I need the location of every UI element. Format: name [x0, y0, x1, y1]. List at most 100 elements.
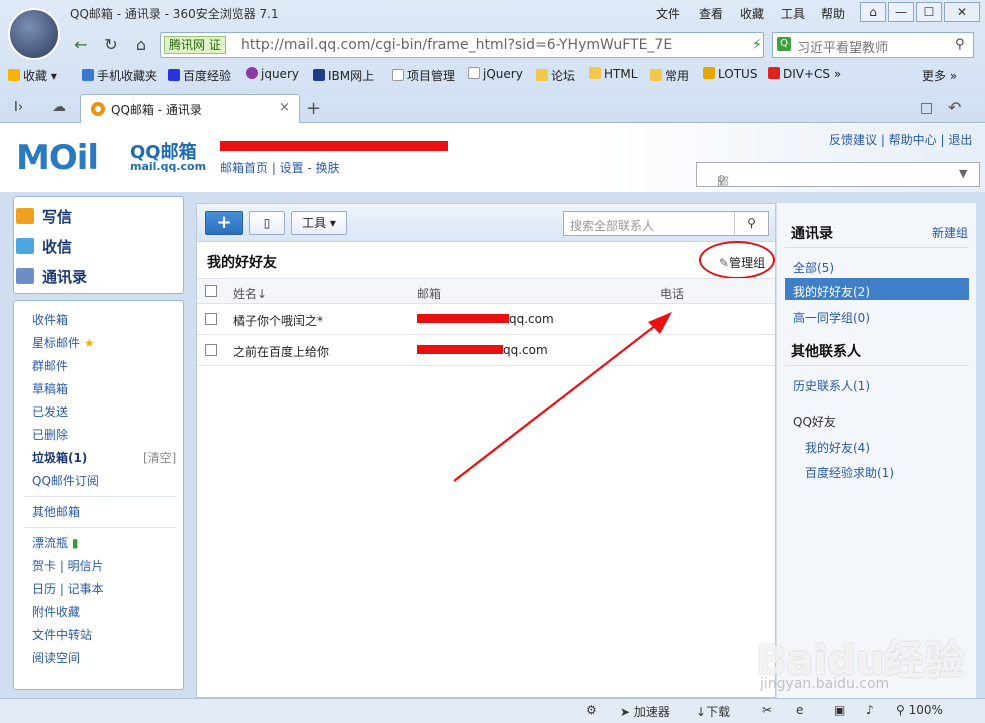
folder-inbox[interactable]: 收件箱 — [32, 311, 68, 328]
bookmark-baidu[interactable]: 百度经验 — [168, 67, 231, 84]
new-group-link[interactable]: 新建组 — [932, 224, 968, 241]
bookmark-divcss[interactable]: DIV+CS » — [768, 67, 841, 81]
contacts-button[interactable]: 通讯录 — [16, 266, 87, 287]
bookmark-favorites[interactable]: 收藏 ▾ — [8, 67, 57, 84]
status-bar: ⚙ ➤ 加速器 ↓下载 ✂ e ▣ ♪ ⚲ 100% — [0, 698, 985, 723]
folder-deleted[interactable]: 已删除 — [32, 426, 68, 443]
address-bar[interactable]: 腾讯网 证 http://mail.qq.com/cgi-bin/frame_h… — [160, 32, 764, 58]
bookmark-jquery-page[interactable]: jQuery — [468, 67, 523, 81]
refresh-icon[interactable]: ↻ — [98, 32, 124, 58]
table-row[interactable]: 之前在百度上给你 qq.com — [197, 335, 775, 366]
phone-sync-button[interactable]: ▯ — [249, 211, 285, 235]
undo-icon[interactable]: ↶ — [948, 98, 961, 117]
screenshot-icon[interactable]: ✂ — [762, 703, 772, 717]
table-row[interactable]: 橘子你个哦闰之* qq.com — [197, 304, 775, 335]
menu-tools[interactable]: 工具 — [781, 5, 805, 22]
menu-file[interactable]: 文件 — [656, 5, 680, 22]
ie-icon[interactable]: e — [796, 703, 803, 717]
mail-search-input[interactable]: ⚲ 邮件搜索... ▼ — [696, 162, 980, 240]
ibm-icon — [313, 69, 325, 81]
qq-group-friends[interactable]: 我的好友(4) — [805, 439, 870, 456]
speed-icon[interactable]: ⚙ — [586, 703, 597, 717]
calendar-link[interactable]: 日历 | 记事本 — [32, 580, 104, 597]
bookmark-ibm[interactable]: IBM网上 — [313, 67, 374, 84]
accelerator-button[interactable]: ➤ 加速器 — [620, 703, 670, 720]
search-icon[interactable]: ⚲ — [734, 212, 768, 235]
browser-search-input[interactable]: Q 习近平看望教师 ⚲ — [772, 32, 974, 58]
contact-email[interactable]: qq.com — [417, 312, 554, 326]
sidebar-toggle-icon[interactable]: I› — [14, 100, 23, 115]
qq-group-baidu-help[interactable]: 百度经验求助(1) — [805, 464, 894, 481]
row-checkbox[interactable] — [205, 344, 217, 356]
folder-subscriptions[interactable]: QQ邮件订阅 — [32, 472, 99, 489]
group-classmates[interactable]: 高一同学组(0) — [793, 309, 870, 326]
bookmark-html[interactable]: HTML — [589, 67, 637, 81]
inbox-button[interactable]: 收信 — [16, 236, 72, 257]
tab-qqmail[interactable]: QQ邮箱 - 通讯录 × — [80, 94, 300, 123]
menu-help[interactable]: 帮助 — [821, 5, 845, 22]
history-contacts[interactable]: 历史联系人(1) — [793, 377, 870, 394]
close-window-button[interactable]: ✕ — [944, 2, 980, 22]
contact-search-input[interactable]: 搜索全部联系人 ⚲ — [563, 211, 769, 236]
group-all[interactable]: 全部(5) — [793, 259, 834, 276]
bookmark-lotus[interactable]: LOTUS — [703, 67, 757, 81]
folder-sent[interactable]: 已发送 — [32, 403, 68, 420]
restore-tabs-icon[interactable]: □ — [920, 100, 933, 116]
folder-starred[interactable]: 星标邮件 ★ — [32, 334, 95, 351]
chevron-down-icon[interactable]: ▼ — [959, 167, 967, 180]
bookmark-more[interactable]: 更多 » — [922, 67, 957, 84]
site-badge[interactable]: 腾讯网 证 — [164, 36, 226, 54]
tools-dropdown[interactable]: 工具 ▾ — [291, 211, 347, 235]
other-mailboxes[interactable]: 其他邮箱 — [32, 503, 80, 520]
bookmark-forum[interactable]: 论坛 — [536, 67, 575, 84]
reading-space-link[interactable]: 阅读空间 — [32, 649, 80, 666]
skin-icon[interactable]: ⌂ — [860, 2, 886, 22]
home-icon[interactable]: ⌂ — [128, 32, 154, 58]
group-title: 我的好好友 — [207, 255, 277, 271]
clear-spam-link[interactable]: [清空] — [143, 449, 176, 466]
contact-name[interactable]: 橘子你个哦闰之* — [233, 312, 323, 329]
zoom-control[interactable]: ⚲ 100% — [896, 703, 943, 717]
bookmark-project[interactable]: 项目管理 — [392, 67, 455, 84]
user-avatar[interactable] — [8, 8, 60, 60]
download-button[interactable]: ↓下载 — [696, 703, 730, 720]
minimize-button[interactable]: — — [888, 2, 914, 22]
maximize-button[interactable]: ☐ — [916, 2, 942, 22]
volume-icon[interactable]: ♪ — [866, 703, 874, 717]
select-all-checkbox[interactable] — [205, 285, 217, 297]
cloud-icon[interactable]: ☁ — [52, 99, 66, 115]
back-icon[interactable]: ← — [68, 32, 94, 58]
contact-name[interactable]: 之前在百度上给你 — [233, 343, 329, 360]
folder-spam[interactable]: 垃圾箱(1) — [32, 449, 87, 466]
folder-drafts[interactable]: 草稿箱 — [32, 380, 68, 397]
menu-view[interactable]: 查看 — [699, 5, 723, 22]
bookmark-mobile[interactable]: 手机收藏夹 — [82, 67, 157, 84]
highlight-circle — [699, 241, 775, 279]
drift-bottle-link[interactable]: 漂流瓶 ▮ — [32, 534, 78, 551]
group-my-friends[interactable]: 我的好好友(2) — [793, 283, 870, 300]
new-tab-button[interactable]: + — [306, 98, 321, 119]
url-text[interactable]: http://mail.qq.com/cgi-bin/frame_html?si… — [241, 37, 672, 53]
file-transfer-link[interactable]: 文件中转站 — [32, 626, 92, 643]
cards-link[interactable]: 贺卡 | 明信片 — [32, 557, 104, 574]
mute-icon[interactable]: ▣ — [834, 703, 845, 717]
qqmail-logo[interactable]: MOil — [16, 138, 99, 178]
search-icon[interactable]: ⚲ — [955, 37, 965, 52]
top-links[interactable]: 反馈建议 | 帮助中心 | 退出 — [829, 131, 972, 148]
folder-group[interactable]: 群邮件 — [32, 357, 68, 374]
bookmark-jquery[interactable]: jquery — [246, 67, 299, 81]
redacted-account — [220, 141, 448, 151]
menu-favorites[interactable]: 收藏 — [740, 5, 764, 22]
close-tab-icon[interactable]: × — [279, 100, 290, 115]
add-contact-button[interactable]: + — [205, 211, 243, 235]
search-engine-icon[interactable]: Q — [777, 37, 791, 51]
contact-email[interactable]: qq.com — [417, 343, 548, 357]
row-checkbox[interactable] — [205, 313, 217, 325]
compose-button[interactable]: 写信 — [16, 206, 72, 227]
lightning-icon[interactable]: ⚡ — [744, 32, 770, 58]
attachments-link[interactable]: 附件收藏 — [32, 603, 80, 620]
bookmark-common[interactable]: 常用 — [650, 67, 689, 84]
header-links[interactable]: 邮箱首页 | 设置 - 换肤 — [220, 159, 340, 176]
column-name[interactable]: 姓名↓ — [233, 285, 267, 302]
browser-search-value[interactable]: 习近平看望教师 — [797, 37, 888, 56]
